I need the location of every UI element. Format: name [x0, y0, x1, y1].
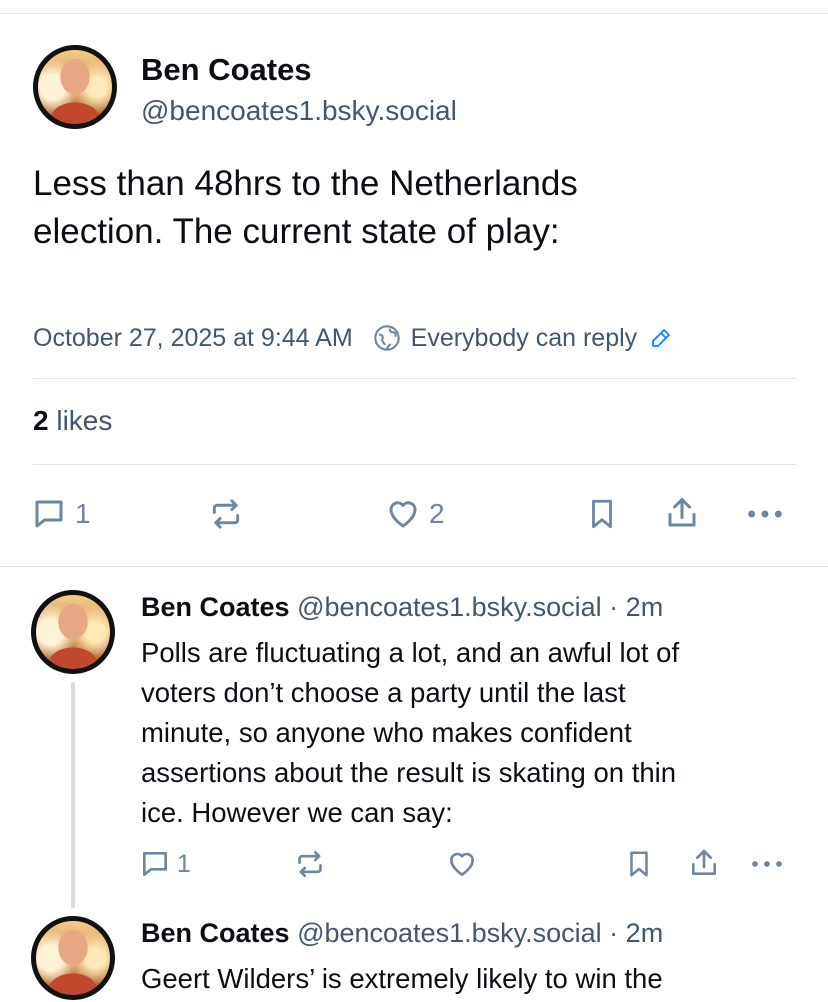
heart-icon: [450, 852, 474, 876]
post-text-line: election. The current state of play:: [33, 212, 560, 251]
likes-count: 2: [33, 405, 49, 436]
reply-count: 1: [177, 849, 191, 878]
reply-text: Polls are fluctuating a lot, and an awfu…: [141, 633, 801, 833]
repost-arrows-icon: [212, 499, 240, 529]
share-upload-icon: [668, 498, 696, 527]
share-button[interactable]: [664, 494, 700, 532]
likes-label: likes: [56, 405, 113, 436]
post-text-line: Less than 48hrs to the Netherlands: [33, 164, 578, 203]
share-button[interactable]: [688, 846, 720, 880]
more-button[interactable]: [745, 496, 785, 532]
speech-bubble-icon: [143, 852, 167, 876]
bookmark-icon: [592, 499, 612, 529]
likes-summary[interactable]: 2 likes: [33, 405, 112, 437]
reply-text-line: minute, so anyone who makes confident: [141, 717, 632, 748]
reply-header: Ben Coates @bencoates1.bsky.social · 2m: [141, 918, 663, 949]
reply-button[interactable]: 1: [31, 496, 91, 532]
reply-text-line: ice. However we can say:: [141, 797, 453, 828]
reply-separator: ·: [609, 592, 619, 622]
speech-bubble-icon: [35, 500, 63, 528]
globe-icon: [373, 325, 400, 351]
post-date: October 27, 2025 at 9:44 AM: [33, 323, 353, 352]
reply-time[interactable]: 2m: [626, 592, 664, 622]
top-divider: [0, 13, 828, 14]
reply-count: 1: [75, 498, 91, 529]
avatar[interactable]: [31, 916, 115, 1000]
bookmark-icon: [630, 851, 648, 877]
reply-action-bar: 1: [0, 846, 828, 882]
post-text: Less than 48hrs to the Netherlands elect…: [33, 160, 733, 256]
like-button[interactable]: [446, 848, 478, 880]
avatar[interactable]: [33, 45, 117, 129]
reply-separator: ·: [609, 918, 619, 948]
repost-button[interactable]: [207, 496, 245, 532]
like-count: 2: [429, 498, 445, 529]
pencil-icon[interactable]: [649, 326, 673, 350]
post-action-bar: 1 2: [0, 492, 828, 536]
thread-separator: [0, 566, 828, 567]
author-name[interactable]: Ben Coates: [141, 52, 312, 88]
author-handle[interactable]: @bencoates1.bsky.social: [141, 95, 457, 127]
reply-setting[interactable]: Everybody can reply: [411, 324, 638, 353]
reply-text-line: voters don’t choose a party until the la…: [141, 677, 626, 708]
repost-button[interactable]: [293, 848, 327, 880]
bookmark-button[interactable]: [624, 848, 654, 880]
reply-author-name[interactable]: Ben Coates: [141, 918, 290, 948]
like-button[interactable]: 2: [385, 496, 445, 532]
more-button[interactable]: [749, 848, 785, 880]
reply-text: Geert Wilders’ is extremely likely to wi…: [141, 959, 801, 999]
reply-text-line: assertions about the result is skating o…: [141, 757, 677, 788]
reply-time[interactable]: 2m: [626, 918, 664, 948]
reply-author-name[interactable]: Ben Coates: [141, 592, 290, 622]
reply-text-line: Geert Wilders’ is extremely likely to wi…: [141, 963, 663, 994]
divider: [33, 378, 796, 379]
reply-button[interactable]: 1: [139, 848, 191, 880]
reply-header: Ben Coates @bencoates1.bsky.social · 2m: [141, 592, 663, 623]
reply-author-handle[interactable]: @bencoates1.bsky.social: [297, 918, 602, 948]
reply-author-handle[interactable]: @bencoates1.bsky.social: [297, 592, 602, 622]
avatar[interactable]: [31, 590, 115, 674]
bookmark-button[interactable]: [585, 496, 619, 532]
heart-icon: [389, 501, 417, 528]
reply-text-line: Polls are fluctuating a lot, and an awfu…: [141, 637, 680, 668]
divider: [33, 464, 796, 465]
more-dots-icon: [748, 510, 782, 518]
more-dots-icon: [752, 861, 782, 867]
post-meta: October 27, 2025 at 9:44 AM Everybody ca…: [33, 320, 673, 356]
repost-arrows-icon: [298, 850, 322, 878]
share-upload-icon: [692, 849, 716, 875]
